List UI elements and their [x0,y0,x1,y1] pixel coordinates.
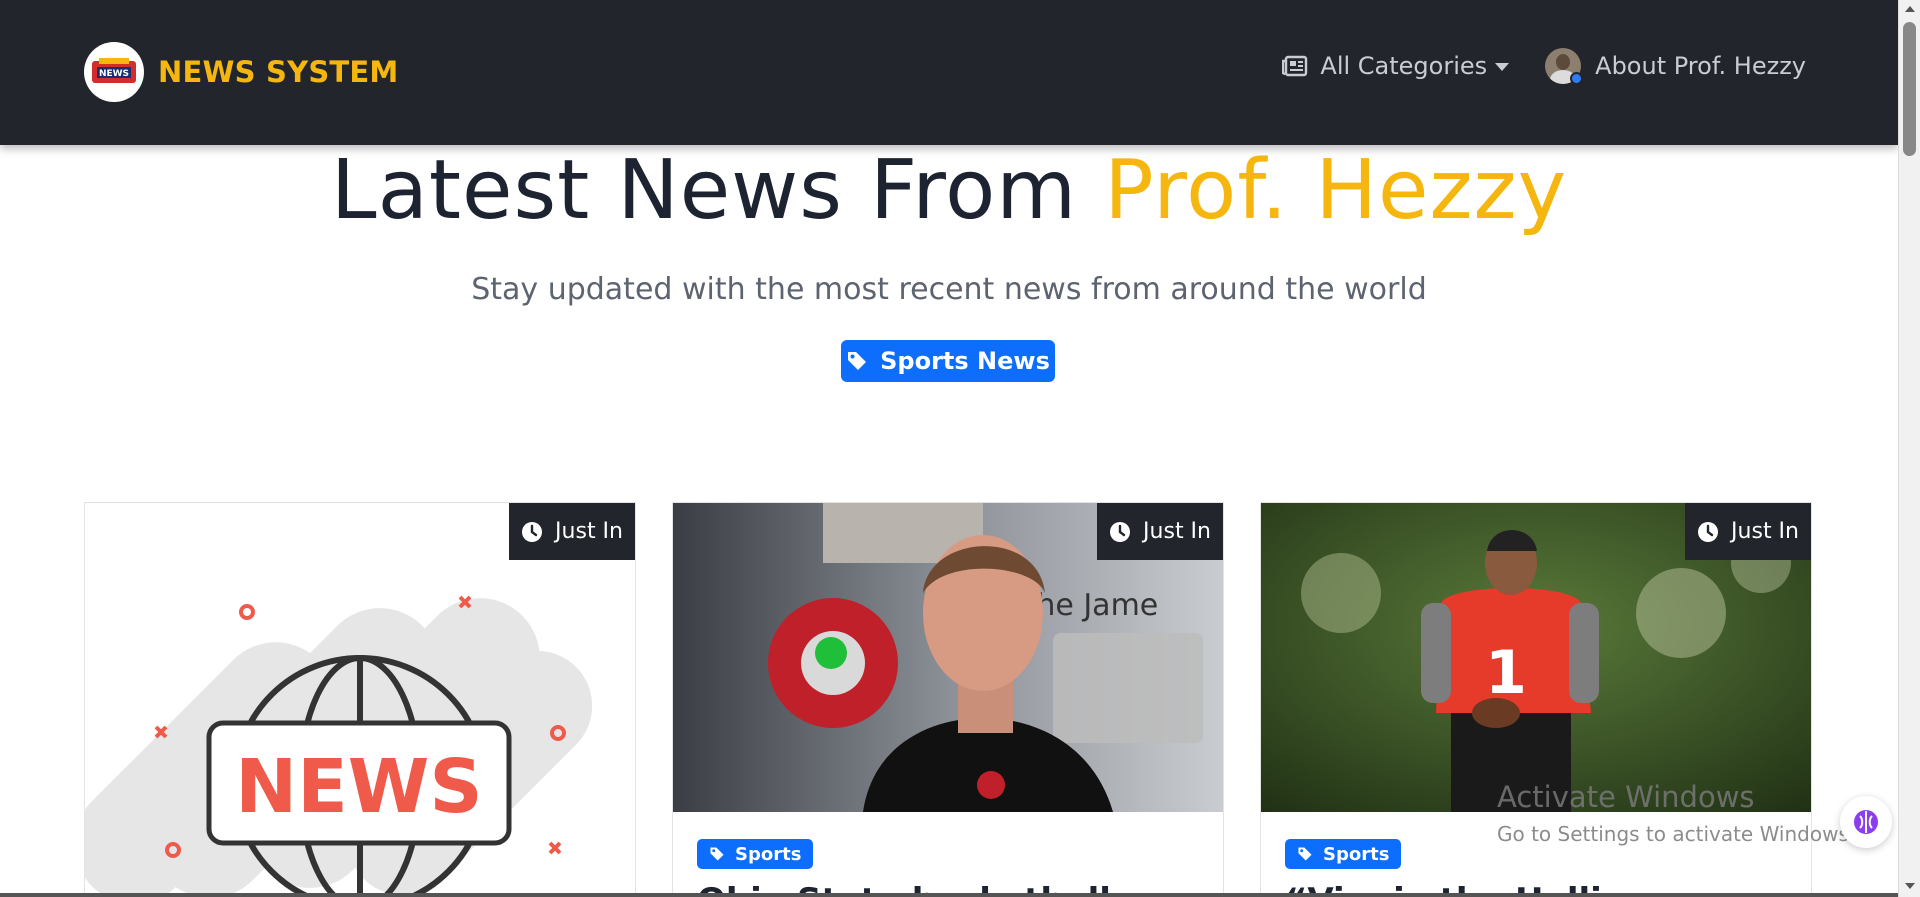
brain-assistant-button[interactable] [1840,796,1892,848]
just-in-label: Just In [1143,519,1211,544]
about-link[interactable]: About Prof. Hezzy [1545,48,1806,85]
watermark-line1: Activate Windows [1497,780,1755,814]
tag-icon [848,352,867,370]
activate-windows-watermark: Activate Windows Go to Settings to activ… [1497,780,1855,846]
scroll-down-arrow-icon[interactable] [1905,883,1915,889]
page-title: Latest News From Prof. Hezzy [0,143,1898,238]
news-card[interactable]: The Jame Just In Sports Ohio State baske… [672,502,1224,897]
about-label: About Prof. Hezzy [1595,52,1806,80]
scrollbar-thumb[interactable] [1903,22,1916,156]
just-in-badge: Just In [1685,503,1811,560]
all-categories-label: All Categories [1320,52,1488,80]
brand-logo: NEWS [84,42,144,102]
news-card[interactable]: NEWS Just In [84,502,636,897]
sports-news-label: Sports News [880,347,1050,375]
title-main: Latest News From [330,143,1105,238]
category-badge[interactable]: Sports [1285,839,1402,869]
clock-icon [522,521,543,542]
category-label: Sports [1323,843,1390,865]
navbar: NEWS NEWS SYSTEM All Categories About Pr… [0,0,1898,145]
news-placeholder-image: NEWS [85,595,593,897]
tag-icon [710,847,724,861]
newspaper-icon [1282,55,1308,77]
nav-right: All Categories About Prof. Hezzy [1282,48,1806,85]
vertical-scrollbar[interactable] [1898,0,1920,897]
all-categories-dropdown[interactable]: All Categories [1282,52,1510,80]
svg-text:NEWS: NEWS [235,744,482,830]
brain-icon [1854,810,1878,834]
chevron-down-icon [1495,63,1510,71]
clock-icon [1698,521,1719,542]
tag-icon [1298,847,1312,861]
online-status-dot [1570,72,1584,85]
svg-text:1: 1 [1485,638,1527,708]
just-in-label: Just In [1731,519,1799,544]
just-in-label: Just In [555,519,623,544]
bottom-border [0,893,1898,897]
brand-name: NEWS SYSTEM [158,55,399,89]
page: NEWS NEWS SYSTEM All Categories About Pr… [0,0,1898,897]
category-badge[interactable]: Sports [697,839,814,869]
scroll-up-arrow-icon[interactable] [1905,6,1915,12]
svg-text:NEWS: NEWS [99,69,129,79]
sports-news-tag[interactable]: Sports News [841,340,1055,382]
avatar [1545,48,1584,85]
title-accent: Prof. Hezzy [1104,143,1568,238]
brand-link[interactable]: NEWS NEWS SYSTEM [84,42,398,102]
page-subtitle: Stay updated with the most recent news f… [471,272,1427,307]
watermark-line2: Go to Settings to activate Windows. [1497,822,1856,846]
clock-icon [1110,521,1131,542]
category-label: Sports [735,843,802,865]
just-in-badge: Just In [509,503,635,560]
just-in-badge: Just In [1097,503,1223,560]
